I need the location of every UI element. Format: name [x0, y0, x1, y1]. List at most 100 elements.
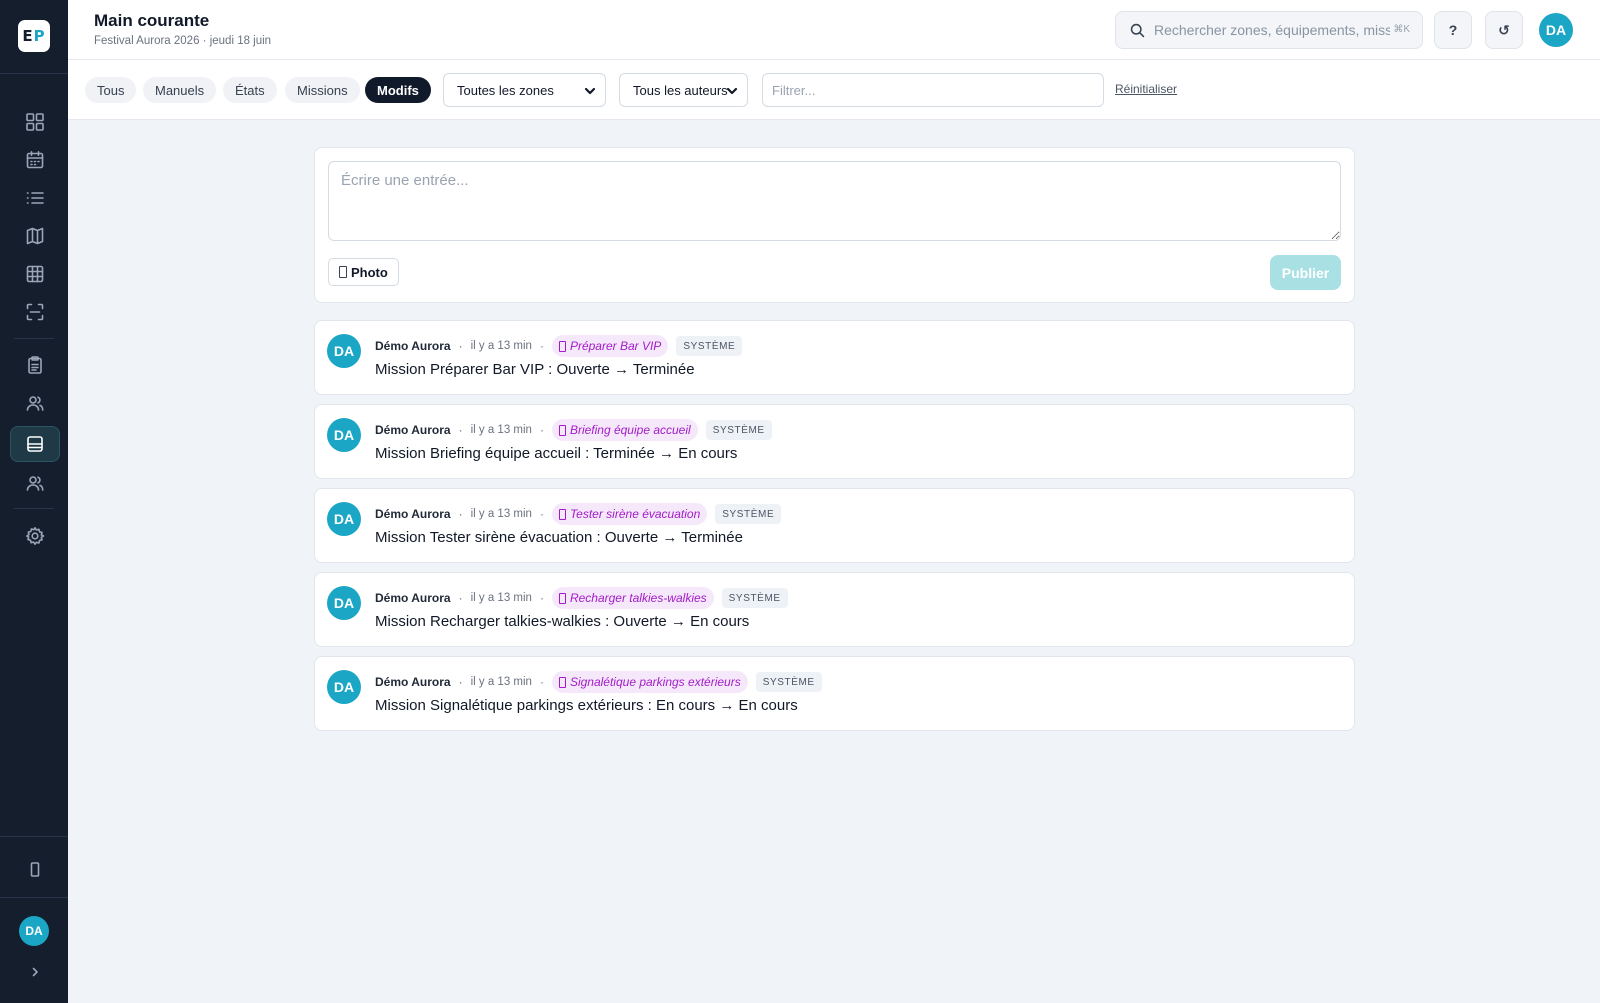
- entry-avatar: DA: [327, 334, 361, 368]
- mission-tag-label: Briefing équipe accueil: [569, 423, 691, 437]
- entry-meta: Démo Aurora · il y a 13 min · Préparer B…: [375, 335, 743, 357]
- photo-button[interactable]: Photo: [328, 258, 399, 286]
- entry-mission-tag[interactable]: Signalétique parkings extérieurs: [551, 671, 748, 693]
- entry-text: Mission Signalétique parkings extérieurs…: [375, 697, 798, 714]
- sidebar-item-scan[interactable]: [10, 294, 60, 330]
- system-badge: SYSTÈME: [755, 672, 822, 692]
- global-search[interactable]: Rechercher zones, équipements, missions …: [1115, 11, 1423, 49]
- filter-tab-states[interactable]: États: [223, 77, 277, 103]
- filter-tab-all[interactable]: Tous: [85, 77, 137, 103]
- page-subtitle: Festival Aurora 2026 · jeudi 18 juin: [94, 35, 272, 47]
- meta-separator: ·: [458, 591, 463, 605]
- meta-separator: ·: [539, 423, 544, 437]
- entry-time: il y a 13 min: [470, 340, 532, 352]
- sidebar-divider: [14, 508, 54, 509]
- meta-separator: ·: [539, 591, 544, 605]
- app-logo[interactable]: EP: [18, 20, 50, 52]
- author-select-value: Tous les auteurs: [633, 82, 728, 98]
- entry-time: il y a 13 min: [470, 592, 532, 604]
- grid-icon: [26, 113, 44, 131]
- system-badge: SYSTÈME: [715, 504, 782, 524]
- sidebar-divider: [0, 897, 68, 898]
- entry-mission-tag[interactable]: Recharger talkies-walkies: [551, 587, 714, 609]
- sidebar-item-logbook[interactable]: [10, 426, 60, 462]
- entry-mission-tag[interactable]: Tester sirène évacuation: [551, 503, 708, 525]
- mission-icon: [558, 340, 566, 352]
- zone-select-value: Toutes les zones: [457, 82, 554, 98]
- mission-tag-label: Signalétique parkings extérieurs: [569, 675, 741, 689]
- sidebar-user-avatar[interactable]: DA: [19, 916, 49, 946]
- sidebar-divider: [0, 836, 68, 837]
- entry-avatar: DA: [327, 502, 361, 536]
- user-avatar[interactable]: DA: [1539, 13, 1573, 47]
- search-shortcut-hint: ⌘K: [1393, 24, 1410, 35]
- meta-separator: ·: [539, 675, 544, 689]
- filter-tab-changes[interactable]: Modifs: [365, 77, 431, 103]
- entry-meta: Démo Aurora · il y a 13 min · Briefing é…: [375, 419, 772, 441]
- sidebar-expand-button[interactable]: [10, 954, 60, 990]
- mission-icon: [558, 508, 566, 520]
- meta-separator: ·: [458, 507, 463, 521]
- sidebar-divider: [14, 338, 54, 339]
- logo-letter-e: E: [22, 27, 34, 45]
- help-button[interactable]: ?: [1434, 11, 1472, 49]
- meta-separator: ·: [458, 423, 463, 437]
- mission-tag-label: Tester sirène évacuation: [569, 507, 701, 521]
- meta-separator: ·: [458, 675, 463, 689]
- entry-author: Démo Aurora: [375, 423, 451, 437]
- entry-text: Mission Préparer Bar VIP : Ouverte → Ter…: [375, 361, 695, 378]
- system-badge: SYSTÈME: [676, 336, 743, 356]
- filter-input[interactable]: [762, 73, 1104, 107]
- zone-select[interactable]: Toutes les zones: [443, 73, 606, 107]
- entry-text: Mission Tester sirène évacuation : Ouver…: [375, 529, 743, 546]
- map-icon: [26, 227, 44, 245]
- chevron-down-icon: [726, 87, 738, 95]
- log-entry: DA Démo Aurora · il y a 13 min · Briefin…: [314, 404, 1355, 479]
- system-badge: SYSTÈME: [705, 420, 772, 440]
- sidebar-item-list[interactable]: [10, 180, 60, 216]
- sidebar-item-settings[interactable]: [10, 518, 60, 554]
- entry-composer: Photo Publier: [314, 147, 1355, 303]
- entry-author: Démo Aurora: [375, 507, 451, 521]
- refresh-button[interactable]: ↺: [1485, 11, 1523, 49]
- log-entry: DA Démo Aurora · il y a 13 min · Tester …: [314, 488, 1355, 563]
- search-icon: [1130, 23, 1145, 38]
- scan-icon: [26, 303, 44, 321]
- sidebar-item-checklist[interactable]: [10, 347, 60, 383]
- sidebar-item-calendar[interactable]: [10, 142, 60, 178]
- filter-bar: Tous Manuels États Missions Modifs Toute…: [68, 60, 1600, 120]
- clipboard-icon: [28, 356, 42, 374]
- page-title: Main courante: [94, 11, 210, 30]
- entry-meta: Démo Aurora · il y a 13 min · Tester sir…: [375, 503, 782, 525]
- mobile-icon: [30, 862, 40, 877]
- meta-separator: ·: [539, 339, 544, 353]
- entry-meta: Démo Aurora · il y a 13 min · Recharger …: [375, 587, 788, 609]
- sidebar-item-map[interactable]: [10, 218, 60, 254]
- users-icon: [26, 396, 44, 411]
- filter-tab-manual[interactable]: Manuels: [143, 77, 217, 103]
- sidebar: EP DA: [0, 0, 68, 1003]
- entry-time: il y a 13 min: [470, 676, 532, 688]
- sidebar-item-mobile[interactable]: [10, 852, 60, 888]
- entry-author: Démo Aurora: [375, 675, 451, 689]
- publish-button[interactable]: Publier: [1270, 255, 1341, 290]
- sidebar-item-table[interactable]: [10, 256, 60, 292]
- sidebar-item-people[interactable]: [10, 465, 60, 501]
- entry-mission-tag[interactable]: Briefing équipe accueil: [551, 419, 698, 441]
- photo-button-label: Photo: [351, 264, 388, 280]
- entry-avatar: DA: [327, 418, 361, 452]
- search-input[interactable]: Rechercher zones, équipements, missions: [1154, 22, 1390, 40]
- log-entry: DA Démo Aurora · il y a 13 min · Signalé…: [314, 656, 1355, 731]
- author-select[interactable]: Tous les auteurs: [619, 73, 748, 107]
- reset-filters-link[interactable]: Réinitialiser: [1115, 82, 1177, 96]
- chevron-right-icon: [32, 967, 38, 977]
- sidebar-item-dashboard[interactable]: [10, 104, 60, 140]
- meta-separator: ·: [458, 339, 463, 353]
- entry-avatar: DA: [327, 586, 361, 620]
- sidebar-item-team[interactable]: [10, 385, 60, 421]
- refresh-icon: ↺: [1498, 21, 1510, 38]
- help-icon: ?: [1448, 22, 1458, 38]
- entry-mission-tag[interactable]: Préparer Bar VIP: [551, 335, 669, 357]
- entry-textarea[interactable]: [328, 161, 1341, 241]
- filter-tab-missions[interactable]: Missions: [285, 77, 360, 103]
